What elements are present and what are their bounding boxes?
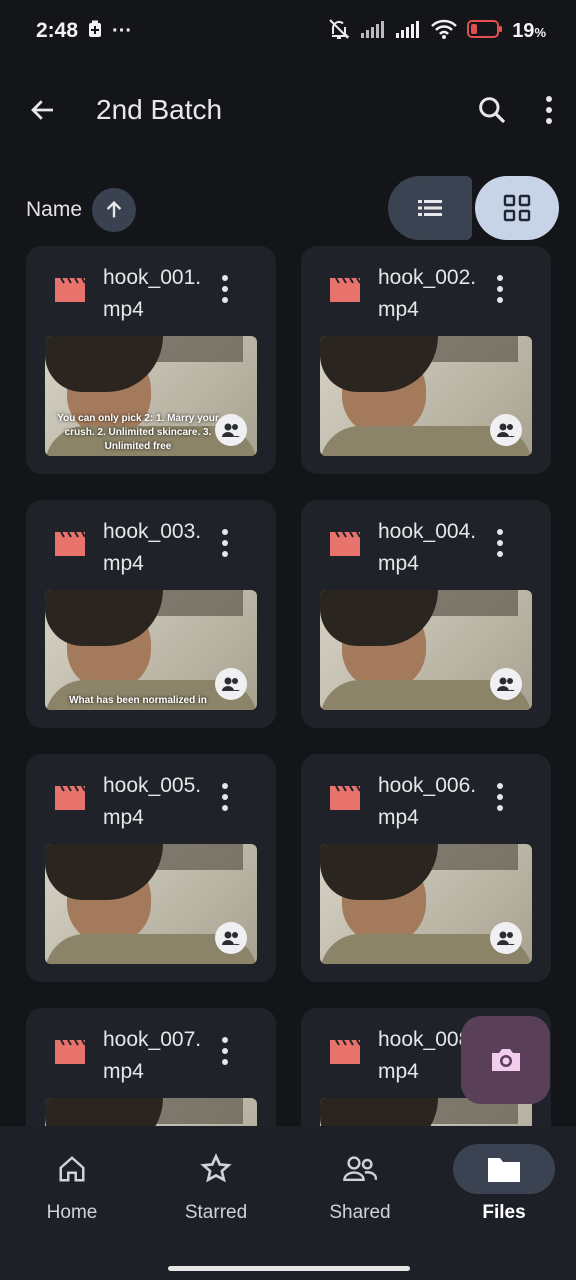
video-file-icon — [329, 277, 361, 308]
signal-icon-2 — [395, 19, 421, 44]
file-more-options-icon[interactable] — [220, 528, 230, 563]
file-name: hook_003.mp4 — [103, 520, 202, 575]
mute-icon — [327, 17, 351, 46]
nav-item-starred[interactable]: Starred — [144, 1144, 288, 1224]
video-thumbnail — [320, 336, 532, 456]
grid-view-button[interactable] — [475, 176, 559, 240]
nav-item-home[interactable]: Home — [0, 1144, 144, 1224]
thumbnail-caption: What has been normalized in — [69, 695, 207, 706]
video-thumbnail — [320, 844, 532, 964]
file-card-header: hook_007.mp4 — [26, 1008, 276, 1098]
file-card[interactable]: hook_003.mp4 What has been normalized in — [26, 500, 276, 728]
home-icon — [21, 1144, 123, 1194]
file-card-header: hook_002.mp4 — [301, 246, 551, 336]
grid-view-icon — [503, 194, 531, 222]
file-more-options-icon[interactable] — [495, 528, 505, 563]
status-bar: 2:48 ··· 19% — [0, 0, 576, 62]
video-file-icon — [329, 531, 361, 562]
file-name: hook_001.mp4 — [103, 266, 202, 321]
file-name: hook_007.mp4 — [103, 1028, 202, 1083]
video-file-icon — [54, 1039, 86, 1070]
star-icon — [165, 1144, 267, 1194]
shared-badge-icon — [490, 414, 522, 446]
file-more-options-icon[interactable] — [220, 1036, 230, 1071]
video-file-icon — [54, 277, 86, 308]
file-name: hook_006.mp4 — [378, 774, 477, 829]
nav-item-shared[interactable]: Shared — [288, 1144, 432, 1224]
more-options-icon[interactable] — [544, 95, 554, 125]
file-card[interactable]: hook_005.mp4 — [26, 754, 276, 982]
nav-label: Home — [46, 1202, 98, 1223]
shared-badge-icon — [490, 668, 522, 700]
thumbnail-caption: You can only pick 2: 1. Marry your crush… — [57, 413, 219, 452]
video-file-icon — [54, 531, 86, 562]
file-name: hook_005.mp4 — [103, 774, 202, 829]
file-card[interactable]: hook_001.mp4 You can only pick 2: 1. Marr… — [26, 246, 276, 474]
file-name: hook_004.mp4 — [378, 520, 477, 575]
shared-badge-icon — [215, 922, 247, 954]
file-card[interactable]: hook_007.mp4 — [26, 1008, 276, 1126]
file-more-options-icon[interactable] — [495, 274, 505, 309]
page-title: 2nd Batch — [96, 94, 223, 125]
file-card[interactable]: hook_004.mp4 — [301, 500, 551, 728]
file-card-header: hook_005.mp4 — [26, 754, 276, 844]
camera-icon — [491, 1049, 520, 1071]
nav-label: Starred — [184, 1202, 248, 1223]
top-app-bar: 2nd Batch — [0, 62, 576, 158]
battery-icon — [467, 19, 503, 44]
video-thumbnail: You can only pick 2: 1. Marry your crush… — [45, 336, 257, 456]
file-grid-area: Name hook_001.mp4 You can only pick 2: 1.… — [0, 158, 576, 1126]
list-view-icon — [418, 200, 442, 216]
file-more-options-icon[interactable] — [220, 782, 230, 817]
nav-label: Shared — [329, 1202, 391, 1223]
bottom-navigation: Home Starred Shared Files — [0, 1126, 576, 1280]
scan-camera-button[interactable] — [461, 1016, 550, 1104]
shared-icon — [309, 1144, 411, 1194]
wifi-icon — [430, 18, 458, 45]
shared-badge-icon — [215, 668, 247, 700]
file-more-options-icon[interactable] — [220, 274, 230, 309]
shared-badge-icon — [490, 922, 522, 954]
video-thumbnail — [45, 1098, 257, 1126]
video-file-icon — [54, 785, 86, 816]
signal-icon — [360, 19, 386, 44]
file-card-header: hook_001.mp4 — [26, 246, 276, 336]
back-arrow-icon[interactable] — [28, 95, 58, 125]
file-card[interactable]: hook_002.mp4 — [301, 246, 551, 474]
video-thumbnail: What has been normalized in — [45, 590, 257, 710]
list-view-button[interactable] — [388, 176, 472, 240]
video-thumbnail — [45, 844, 257, 964]
status-time: 2:48 — [36, 19, 79, 42]
file-card-header: hook_003.mp4 — [26, 500, 276, 590]
nav-item-files[interactable]: Files — [432, 1144, 576, 1224]
video-thumbnail — [320, 590, 532, 710]
search-icon[interactable] — [476, 94, 508, 126]
video-file-icon — [329, 785, 361, 816]
battery-percent: 19% — [512, 19, 546, 42]
file-card-header: hook_006.mp4 — [301, 754, 551, 844]
shared-badge-icon — [215, 414, 247, 446]
sort-label: Name — [26, 198, 83, 221]
view-toggle — [388, 176, 559, 240]
nav-label: Files — [482, 1202, 526, 1223]
file-card[interactable]: hook_006.mp4 — [301, 754, 551, 982]
sort-control[interactable]: Name — [26, 188, 137, 232]
file-name: hook_002.mp4 — [378, 266, 477, 321]
battery-saver-icon — [88, 20, 102, 43]
more-notifications-icon: ··· — [112, 19, 133, 42]
file-card-header: hook_004.mp4 — [301, 500, 551, 590]
file-more-options-icon[interactable] — [495, 782, 505, 817]
sort-ascending-icon[interactable] — [92, 188, 137, 232]
folder-icon — [453, 1144, 555, 1194]
gesture-handle — [168, 1266, 410, 1271]
video-file-icon — [329, 1039, 361, 1070]
